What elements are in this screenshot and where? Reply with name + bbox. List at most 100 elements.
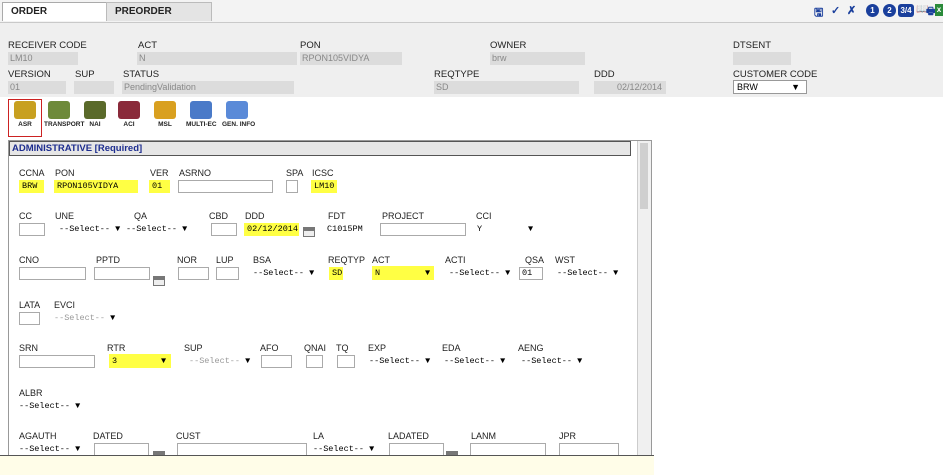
ddd-value: 02/12/2014: [594, 81, 666, 94]
dropdown-arrow-icon: ▼: [528, 224, 534, 234]
tab-preorder[interactable]: PREORDER: [106, 2, 212, 21]
afo-label: AFO: [260, 343, 279, 353]
cbd-input[interactable]: [211, 223, 237, 236]
msl-tab-button[interactable]: MSL: [150, 100, 180, 134]
rtr-select[interactable]: 3 ▼: [109, 354, 171, 368]
flag-icon[interactable]: ✗: [847, 4, 856, 17]
receiver-code-label: RECEIVER CODE: [8, 40, 87, 51]
evci-select[interactable]: --Select-- ▼: [54, 311, 116, 325]
step-one-icon[interactable]: 1: [866, 4, 879, 17]
dropdown-arrow-icon: ▼: [161, 356, 167, 366]
dropdown-arrow-icon: ▼: [425, 356, 431, 366]
bsa-select[interactable]: --Select-- ▼: [253, 266, 321, 280]
tq-input[interactable]: [337, 355, 355, 368]
step-two-icon[interactable]: 2: [883, 4, 896, 17]
step-three-four-icon[interactable]: 3/4: [898, 4, 914, 17]
qa-select[interactable]: --Select-- ▼: [126, 222, 194, 236]
section-title: ADMINISTRATIVE [Required]: [9, 141, 631, 156]
pptd-input[interactable]: [94, 267, 150, 280]
scrollbar-thumb[interactable]: [640, 143, 648, 209]
fdt-input[interactable]: C1015PM: [324, 223, 369, 236]
act-select[interactable]: N ▼: [372, 266, 434, 280]
cci-select[interactable]: Y ▼: [477, 222, 537, 236]
sup-value: [74, 81, 114, 94]
customer-code-select[interactable]: BRW ▼: [733, 80, 807, 94]
albr-select[interactable]: --Select-- ▼: [19, 399, 81, 413]
aeng-select[interactable]: --Select-- ▼: [521, 354, 585, 368]
project-label: PROJECT: [382, 211, 425, 221]
dropdown-arrow-icon: ▼: [791, 82, 800, 92]
spa-input[interactable]: [286, 180, 298, 193]
aci-tab-button[interactable]: ACI: [114, 100, 144, 134]
qsa-input[interactable]: 01: [519, 267, 543, 280]
pon-input[interactable]: RPON105VIDYA: [54, 180, 138, 193]
bottom-status-strip: [0, 455, 654, 475]
transport-icon: [48, 101, 70, 119]
agauth-label: AGAUTH: [19, 431, 57, 441]
ddd-input[interactable]: 02/12/2014: [244, 223, 299, 236]
dtsent-label: DTSENT: [733, 40, 771, 51]
save-icon[interactable]: 🖫: [814, 4, 823, 23]
tq-label: TQ: [336, 343, 349, 353]
section-icon-toolbar: ASR TRANSPORT NAI ACI MSL MULTI-EC GEN. …: [0, 98, 943, 138]
eda-select[interactable]: --Select-- ▼: [444, 354, 506, 368]
srn-input[interactable]: [19, 355, 95, 368]
dropdown-arrow-icon: ▼: [110, 313, 116, 323]
fdt-label: FDT: [328, 211, 346, 221]
bsa-label: BSA: [253, 255, 272, 265]
excel-icon[interactable]: x: [935, 4, 943, 16]
pptd-label: PPTD: [96, 255, 121, 265]
owner-value: brw: [490, 52, 585, 65]
ver-input[interactable]: 01: [149, 180, 170, 193]
ver-label: VER: [150, 168, 169, 178]
wst-select[interactable]: --Select-- ▼: [557, 266, 619, 280]
multi-ec-tab-button[interactable]: MULTI-EC: [186, 100, 217, 134]
la-select[interactable]: --Select-- ▼: [313, 442, 375, 456]
une-select[interactable]: --Select-- ▼: [59, 222, 120, 236]
agauth-select[interactable]: --Select-- ▼: [19, 442, 80, 456]
project-input[interactable]: [380, 223, 466, 236]
dropdown-arrow-icon: ▼: [613, 268, 619, 278]
transport-tab-button[interactable]: TRANSPORT: [44, 100, 84, 134]
top-tab-bar: ORDER PREORDER 🖫 ✓ ✗ 1 2 3/4 📖 🖶 x: [0, 0, 943, 23]
cbd-label: CBD: [209, 211, 229, 221]
asrno-input[interactable]: [178, 180, 273, 193]
sup-field-label: SUP: [184, 343, 203, 353]
calendar-icon[interactable]: [303, 227, 315, 237]
sup-select[interactable]: --Select-- ▼: [189, 354, 257, 368]
cc-input[interactable]: [19, 223, 45, 236]
receiver-code-value: LM10: [8, 52, 78, 65]
form-scrollbar[interactable]: [637, 141, 651, 473]
exp-select[interactable]: --Select-- ▼: [369, 354, 431, 368]
cno-input[interactable]: [19, 267, 86, 280]
exp-label: EXP: [368, 343, 387, 353]
spa-label: SPA: [286, 168, 304, 178]
calendar-icon[interactable]: [153, 276, 165, 286]
qsa-label: QSA: [525, 255, 545, 265]
nai-tab-button[interactable]: NAI: [80, 100, 110, 134]
dropdown-arrow-icon: ▼: [182, 224, 188, 234]
eda-label: EDA: [442, 343, 461, 353]
gen-info-tab-button[interactable]: GEN. INFO: [222, 100, 255, 134]
order-header-info: RECEIVER CODE LM10 ACT N PON RPON105VIDY…: [0, 23, 943, 97]
la-label: LA: [313, 431, 325, 441]
icsc-input[interactable]: LM10: [311, 180, 337, 193]
tab-order[interactable]: ORDER: [2, 2, 120, 21]
reqtype-label: REQTYPE: [434, 69, 480, 80]
reqtyp-input[interactable]: SD: [329, 267, 343, 280]
check-icon[interactable]: ✓: [831, 4, 840, 17]
qnai-input[interactable]: [306, 355, 323, 368]
asr-icon: [14, 101, 36, 119]
ladated-label: LADATED: [388, 431, 429, 441]
lata-input[interactable]: [19, 312, 40, 325]
dropdown-arrow-icon: ▼: [500, 356, 506, 366]
asr-tab-button[interactable]: ASR: [8, 99, 42, 137]
afo-input[interactable]: [261, 355, 292, 368]
ccna-input[interactable]: BRW: [19, 180, 44, 193]
lup-input[interactable]: [216, 267, 239, 280]
nor-input[interactable]: [178, 267, 209, 280]
wst-label: WST: [555, 255, 575, 265]
acti-select[interactable]: --Select-- ▼: [449, 266, 511, 280]
ddd-label: DDD: [594, 69, 615, 80]
lanm-label: LANM: [471, 431, 497, 441]
